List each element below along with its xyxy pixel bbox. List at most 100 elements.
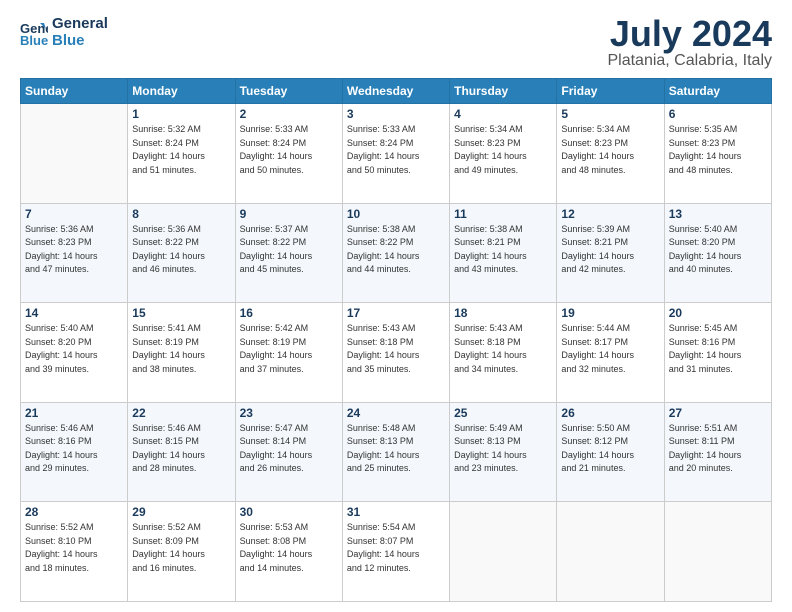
day-info: Sunrise: 5:39 AM Sunset: 8:21 PM Dayligh…: [561, 223, 659, 277]
header: General Blue General Blue July 2024 Plat…: [20, 16, 772, 70]
day-number: 31: [347, 505, 445, 519]
day-number: 30: [240, 505, 338, 519]
day-number: 14: [25, 306, 123, 320]
calendar-cell: [557, 502, 664, 602]
day-info: Sunrise: 5:49 AM Sunset: 8:13 PM Dayligh…: [454, 422, 552, 476]
calendar-cell: [450, 502, 557, 602]
calendar-cell: 14 Sunrise: 5:40 AM Sunset: 8:20 PM Dayli…: [21, 303, 128, 403]
day-number: 11: [454, 207, 552, 221]
day-number: 4: [454, 107, 552, 121]
calendar-cell: 8 Sunrise: 5:36 AM Sunset: 8:22 PM Daylig…: [128, 203, 235, 303]
day-number: 25: [454, 406, 552, 420]
calendar-cell: 10 Sunrise: 5:38 AM Sunset: 8:22 PM Dayli…: [342, 203, 449, 303]
calendar-week-row: 7 Sunrise: 5:36 AM Sunset: 8:23 PM Daylig…: [21, 203, 772, 303]
calendar-cell: [21, 104, 128, 204]
logo-line1: General: [52, 16, 108, 33]
day-info: Sunrise: 5:34 AM Sunset: 8:23 PM Dayligh…: [561, 123, 659, 177]
day-info: Sunrise: 5:45 AM Sunset: 8:16 PM Dayligh…: [669, 322, 767, 376]
day-info: Sunrise: 5:33 AM Sunset: 8:24 PM Dayligh…: [347, 123, 445, 177]
day-number: 22: [132, 406, 230, 420]
day-info: Sunrise: 5:40 AM Sunset: 8:20 PM Dayligh…: [25, 322, 123, 376]
day-info: Sunrise: 5:38 AM Sunset: 8:21 PM Dayligh…: [454, 223, 552, 277]
calendar-cell: 19 Sunrise: 5:44 AM Sunset: 8:17 PM Dayli…: [557, 303, 664, 403]
day-info: Sunrise: 5:51 AM Sunset: 8:11 PM Dayligh…: [669, 422, 767, 476]
day-number: 26: [561, 406, 659, 420]
main-title: July 2024: [607, 16, 772, 52]
day-number: 16: [240, 306, 338, 320]
day-number: 3: [347, 107, 445, 121]
calendar-week-row: 14 Sunrise: 5:40 AM Sunset: 8:20 PM Dayli…: [21, 303, 772, 403]
calendar-cell: 13 Sunrise: 5:40 AM Sunset: 8:20 PM Dayli…: [664, 203, 771, 303]
calendar-cell: 15Sunrise: 5:41 AM Sunset: 8:19 PM Dayli…: [128, 303, 235, 403]
day-info: Sunrise: 5:54 AM Sunset: 8:07 PM Dayligh…: [347, 521, 445, 575]
weekday-header-friday: Friday: [557, 79, 664, 104]
weekday-header-saturday: Saturday: [664, 79, 771, 104]
calendar-cell: 17 Sunrise: 5:43 AM Sunset: 8:18 PM Dayli…: [342, 303, 449, 403]
day-info: Sunrise: 5:50 AM Sunset: 8:12 PM Dayligh…: [561, 422, 659, 476]
weekday-header-sunday: Sunday: [21, 79, 128, 104]
day-info: Sunrise: 5:43 AM Sunset: 8:18 PM Dayligh…: [454, 322, 552, 376]
calendar-cell: 5 Sunrise: 5:34 AM Sunset: 8:23 PM Daylig…: [557, 104, 664, 204]
day-number: 23: [240, 406, 338, 420]
calendar-week-row: 21Sunrise: 5:46 AM Sunset: 8:16 PM Dayli…: [21, 402, 772, 502]
weekday-header-wednesday: Wednesday: [342, 79, 449, 104]
calendar-cell: 12 Sunrise: 5:39 AM Sunset: 8:21 PM Dayli…: [557, 203, 664, 303]
day-number: 9: [240, 207, 338, 221]
calendar-cell: 11 Sunrise: 5:38 AM Sunset: 8:21 PM Dayli…: [450, 203, 557, 303]
day-info: Sunrise: 5:36 AM Sunset: 8:22 PM Dayligh…: [132, 223, 230, 277]
day-number: 13: [669, 207, 767, 221]
calendar-cell: 23 Sunrise: 5:47 AM Sunset: 8:14 PM Dayli…: [235, 402, 342, 502]
day-number: 17: [347, 306, 445, 320]
calendar-cell: 29Sunrise: 5:52 AM Sunset: 8:09 PM Dayli…: [128, 502, 235, 602]
logo: General Blue General Blue: [20, 16, 108, 49]
day-info: Sunrise: 5:40 AM Sunset: 8:20 PM Dayligh…: [669, 223, 767, 277]
day-number: 12: [561, 207, 659, 221]
day-number: 20: [669, 306, 767, 320]
day-info: Sunrise: 5:52 AM Sunset: 8:09 PM Dayligh…: [132, 521, 230, 575]
day-number: 19: [561, 306, 659, 320]
weekday-header-tuesday: Tuesday: [235, 79, 342, 104]
calendar-cell: 2Sunrise: 5:33 AM Sunset: 8:24 PM Daylig…: [235, 104, 342, 204]
calendar-table: SundayMondayTuesdayWednesdayThursdayFrid…: [20, 78, 772, 602]
calendar-cell: 6Sunrise: 5:35 AM Sunset: 8:23 PM Daylig…: [664, 104, 771, 204]
day-number: 7: [25, 207, 123, 221]
day-info: Sunrise: 5:53 AM Sunset: 8:08 PM Dayligh…: [240, 521, 338, 575]
day-info: Sunrise: 5:34 AM Sunset: 8:23 PM Dayligh…: [454, 123, 552, 177]
calendar-cell: 3 Sunrise: 5:33 AM Sunset: 8:24 PM Daylig…: [342, 104, 449, 204]
day-number: 10: [347, 207, 445, 221]
day-number: 28: [25, 505, 123, 519]
calendar-cell: 21Sunrise: 5:46 AM Sunset: 8:16 PM Dayli…: [21, 402, 128, 502]
calendar-cell: 18 Sunrise: 5:43 AM Sunset: 8:18 PM Dayli…: [450, 303, 557, 403]
subtitle: Platania, Calabria, Italy: [607, 52, 772, 70]
calendar-week-row: 1 Sunrise: 5:32 AM Sunset: 8:24 PM Daylig…: [21, 104, 772, 204]
calendar-cell: 27Sunrise: 5:51 AM Sunset: 8:11 PM Dayli…: [664, 402, 771, 502]
calendar-cell: 22 Sunrise: 5:46 AM Sunset: 8:15 PM Dayli…: [128, 402, 235, 502]
day-info: Sunrise: 5:48 AM Sunset: 8:13 PM Dayligh…: [347, 422, 445, 476]
calendar-cell: 4 Sunrise: 5:34 AM Sunset: 8:23 PM Daylig…: [450, 104, 557, 204]
day-info: Sunrise: 5:36 AM Sunset: 8:23 PM Dayligh…: [25, 223, 123, 277]
calendar-cell: 24Sunrise: 5:48 AM Sunset: 8:13 PM Dayli…: [342, 402, 449, 502]
day-number: 18: [454, 306, 552, 320]
calendar-cell: 25 Sunrise: 5:49 AM Sunset: 8:13 PM Dayli…: [450, 402, 557, 502]
logo-icon: General Blue: [20, 19, 48, 47]
page: General Blue General Blue July 2024 Plat…: [0, 0, 792, 612]
day-info: Sunrise: 5:44 AM Sunset: 8:17 PM Dayligh…: [561, 322, 659, 376]
weekday-header-thursday: Thursday: [450, 79, 557, 104]
logo-line2: Blue: [52, 33, 108, 50]
day-number: 15: [132, 306, 230, 320]
day-info: Sunrise: 5:43 AM Sunset: 8:18 PM Dayligh…: [347, 322, 445, 376]
day-info: Sunrise: 5:47 AM Sunset: 8:14 PM Dayligh…: [240, 422, 338, 476]
calendar-cell: 26 Sunrise: 5:50 AM Sunset: 8:12 PM Dayli…: [557, 402, 664, 502]
calendar-cell: 30 Sunrise: 5:53 AM Sunset: 8:08 PM Dayli…: [235, 502, 342, 602]
day-number: 1: [132, 107, 230, 121]
day-number: 2: [240, 107, 338, 121]
calendar-cell: 20 Sunrise: 5:45 AM Sunset: 8:16 PM Dayli…: [664, 303, 771, 403]
day-info: Sunrise: 5:32 AM Sunset: 8:24 PM Dayligh…: [132, 123, 230, 177]
svg-text:Blue: Blue: [20, 33, 48, 47]
day-info: Sunrise: 5:46 AM Sunset: 8:15 PM Dayligh…: [132, 422, 230, 476]
calendar-cell: 7 Sunrise: 5:36 AM Sunset: 8:23 PM Daylig…: [21, 203, 128, 303]
day-number: 5: [561, 107, 659, 121]
day-info: Sunrise: 5:38 AM Sunset: 8:22 PM Dayligh…: [347, 223, 445, 277]
day-number: 8: [132, 207, 230, 221]
title-block: July 2024 Platania, Calabria, Italy: [607, 16, 772, 70]
